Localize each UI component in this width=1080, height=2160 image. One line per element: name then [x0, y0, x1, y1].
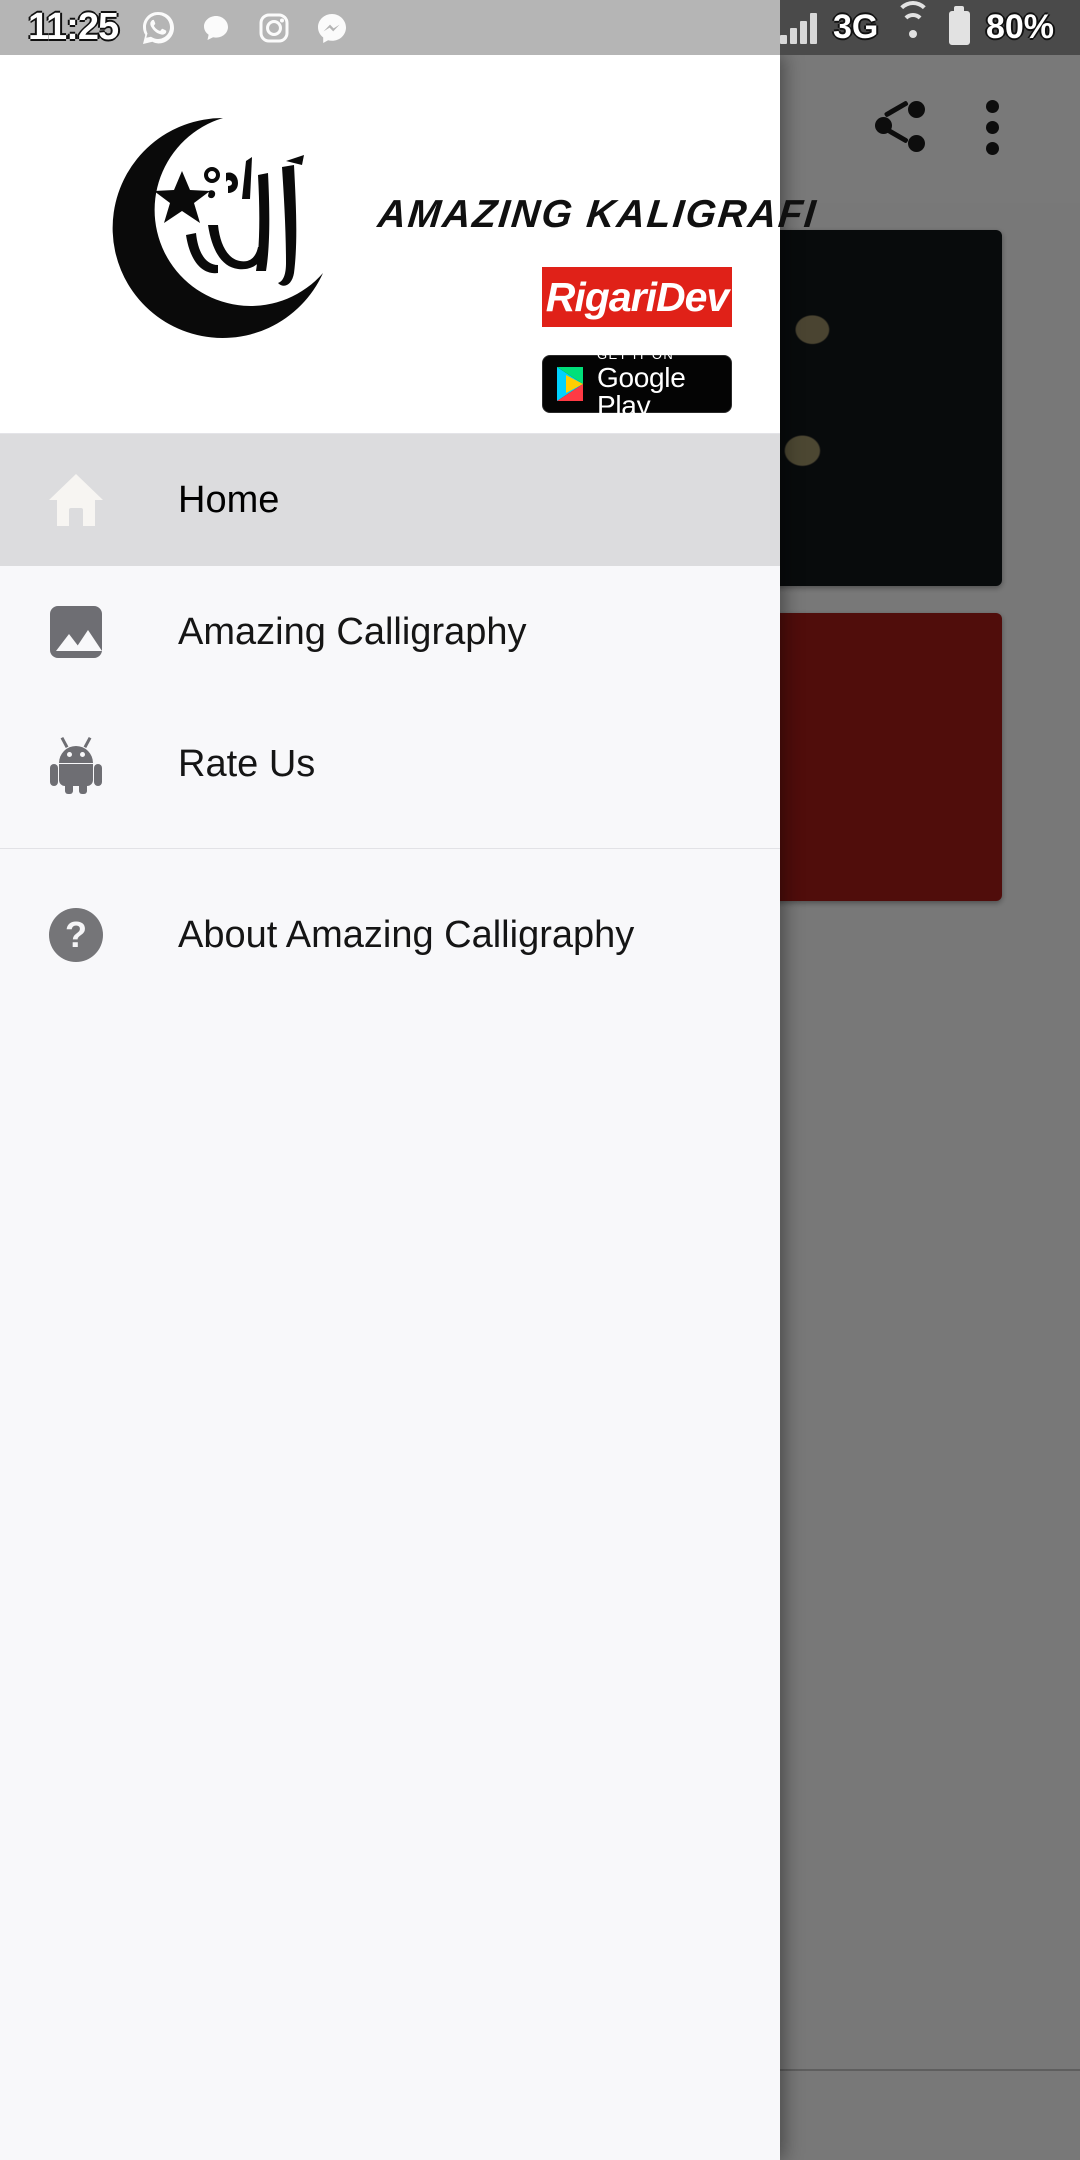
sidebar-item-label: Amazing Calligraphy: [178, 610, 527, 653]
messenger-icon: [314, 10, 350, 46]
image-icon: [38, 606, 114, 658]
sidebar-item-amazing-calligraphy[interactable]: Amazing Calligraphy: [0, 566, 780, 698]
android-robot-icon: [38, 736, 114, 794]
wifi-icon: [894, 0, 932, 43]
screen-root: Dev: [0, 0, 1080, 2160]
battery-percent-label: 80%: [985, 8, 1054, 46]
google-play-triangle-icon: [557, 367, 587, 401]
status-clock: 11:25: [28, 6, 119, 48]
drawer-menu: Home Amazing Calligraphy Rate Us ? About…: [0, 434, 780, 1001]
google-play-small-label: GET IT ON: [597, 347, 675, 362]
whatsapp-icon: [140, 10, 176, 46]
navigation-drawer: AMAZING KALIGRAFI RigariDev GET IT ON Go…: [0, 55, 820, 2160]
sidebar-item-label: About Amazing Calligraphy: [178, 913, 635, 956]
menu-divider: [0, 848, 780, 849]
help-circle-icon: ?: [38, 908, 114, 962]
sidebar-item-about[interactable]: ? About Amazing Calligraphy: [0, 869, 780, 1001]
home-icon: [38, 474, 114, 526]
developer-badge[interactable]: RigariDev: [542, 267, 732, 327]
drawer-header: AMAZING KALIGRAFI RigariDev GET IT ON Go…: [0, 55, 820, 434]
sidebar-item-label: Rate Us: [178, 742, 316, 785]
google-play-badge[interactable]: GET IT ON Google Play: [542, 348, 732, 420]
instagram-icon: [256, 10, 292, 46]
google-play-big-label: Google Play: [597, 362, 686, 421]
sidebar-item-home[interactable]: Home: [0, 434, 780, 566]
signal-bars-icon: [780, 12, 817, 44]
status-bar: 11:25 3G 80%: [0, 0, 1080, 55]
status-bar-right: 3G 80%: [780, 0, 1080, 55]
status-bar-left: 11:25: [0, 0, 780, 55]
app-title: AMAZING KALIGRAFI: [375, 193, 820, 236]
sidebar-item-rate-us[interactable]: Rate Us: [0, 698, 780, 830]
network-type-label: 3G: [833, 8, 879, 46]
chat-bubble-icon: [198, 10, 234, 46]
sidebar-item-label: Home: [178, 478, 280, 521]
developer-badge-label: RigariDev: [545, 273, 729, 320]
battery-icon: [948, 10, 970, 45]
allah-crescent-calligraphy-logo: [108, 113, 338, 343]
